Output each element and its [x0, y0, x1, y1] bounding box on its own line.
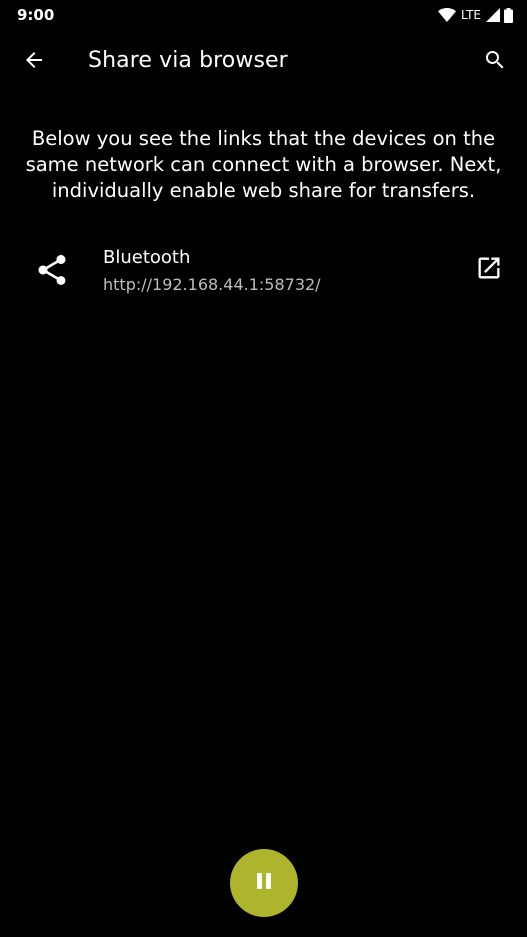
page-title: Share via browser: [88, 48, 288, 73]
search-button[interactable]: [475, 42, 515, 82]
back-button[interactable]: [14, 42, 54, 82]
arrow-back-icon: [22, 48, 46, 76]
share-icon: [32, 250, 72, 290]
wifi-icon: [438, 7, 457, 23]
status-time: 9:00: [17, 6, 55, 24]
network-type: LTE: [461, 8, 481, 22]
list-item[interactable]: Bluetooth http://192.168.44.1:58732/: [0, 236, 527, 308]
open-in-new-icon: [475, 254, 503, 286]
pause-button[interactable]: [230, 849, 298, 917]
description-text: Below you see the links that the devices…: [25, 127, 502, 202]
signal-icon: [486, 8, 500, 22]
app-bar: Share via browser: [0, 30, 527, 98]
status-icons: LTE: [438, 7, 513, 23]
pause-icon: [254, 871, 274, 895]
status-bar: 9:00 LTE: [0, 0, 527, 30]
search-icon: [483, 48, 507, 76]
connection-url: http://192.168.44.1:58732/: [103, 275, 321, 294]
screen: 9:00 LTE Share via browser Below you see…: [0, 0, 527, 937]
open-in-browser-button[interactable]: [469, 250, 509, 290]
connection-title: Bluetooth: [103, 247, 191, 268]
battery-icon: [504, 7, 513, 23]
